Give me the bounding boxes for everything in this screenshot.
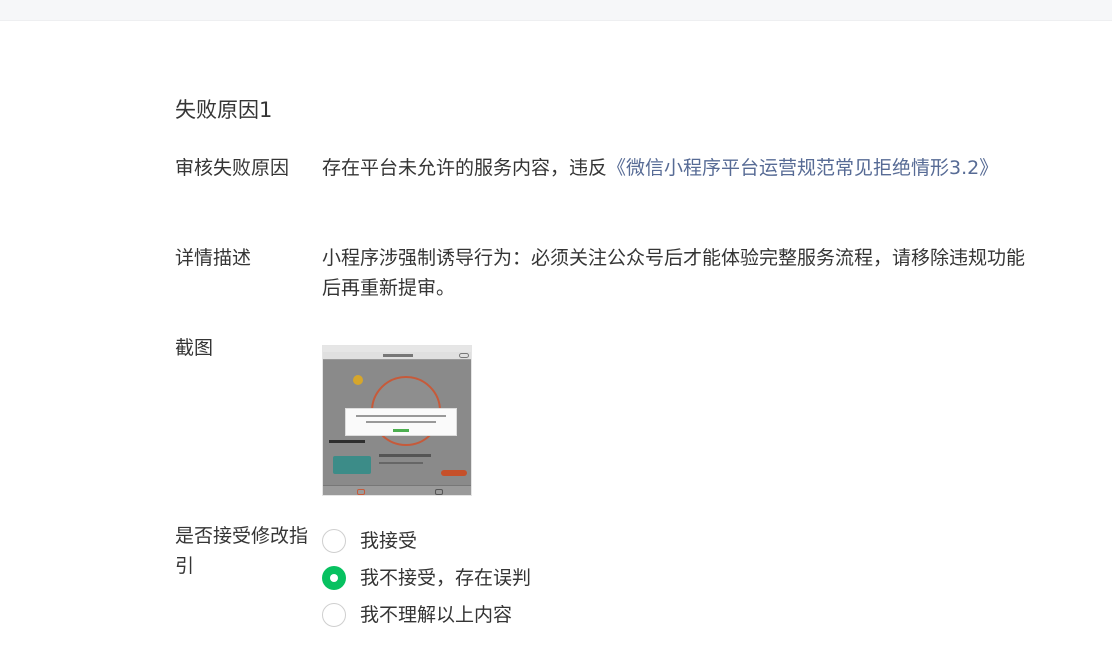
option-reject-misjudged-label[interactable]: 我不接受，存在误判 [360,562,531,594]
thumb-home-icon [357,489,365,495]
top-bar [0,0,1112,21]
thumb-capsule-icon [459,353,469,358]
thumb-red-button [441,470,467,476]
section-title: 失败原因1 [175,98,273,122]
thumb-modal-line [356,415,446,417]
screenshot-label: 截图 [175,337,214,359]
thumb-user-icon [435,489,443,495]
reason-label: 审核失败原因 [175,157,290,179]
thumb-modal-button [393,429,409,432]
thumb-banner-title [329,440,365,443]
detail-label: 详情描述 [175,247,252,269]
reason-value: 存在平台未允许的服务内容，违反《微信小程序平台运营规范常见拒绝情形3.2》 [322,153,1042,183]
thumb-coin-icon [353,375,363,385]
radio-reject-misjudged[interactable] [322,566,346,590]
radio-not-understood[interactable] [322,603,346,627]
thumb-ticket-text [379,454,431,457]
thumb-modal-line [366,421,436,423]
accept-label: 是否接受修改指引 [175,525,309,577]
screenshot-thumbnail[interactable] [322,345,472,496]
radio-accept[interactable] [322,529,346,553]
thumb-ticket-text [379,462,423,464]
thumb-ticket [333,456,371,474]
rule-link[interactable]: 《微信小程序平台运营规范常见拒绝情形3.2》 [607,157,998,179]
thumb-nav-title [383,354,413,357]
reason-text: 存在平台未允许的服务内容，违反 [322,157,608,179]
option-not-understood-label[interactable]: 我不理解以上内容 [360,599,512,631]
thumb-nav-bar [323,352,471,360]
option-accept-label[interactable]: 我接受 [360,525,417,557]
thumb-modal [345,408,457,436]
thumb-tab-bar [323,485,471,495]
detail-text: 小程序涉强制诱导行为：必须关注公众号后才能体验完整服务流程，请移除违规功能后再重… [322,247,1026,299]
